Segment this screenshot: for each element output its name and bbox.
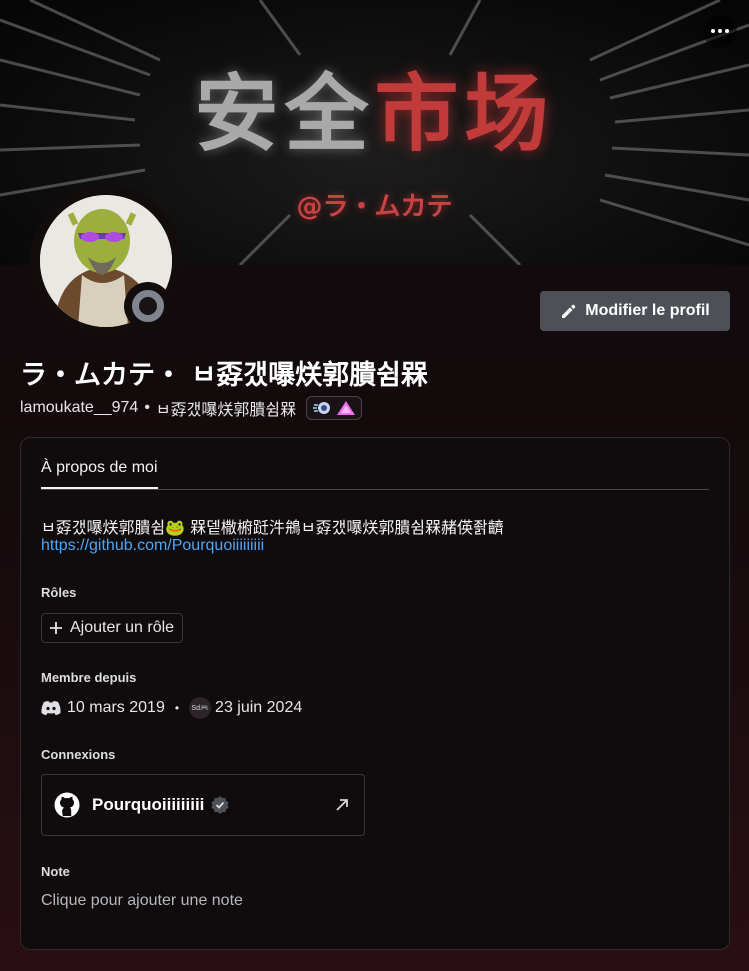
offline-status-icon — [132, 290, 164, 322]
note-title: Note — [41, 864, 70, 879]
badge-list — [306, 396, 363, 420]
pencil-icon — [562, 304, 576, 318]
banner-title-white: 安全 — [194, 65, 375, 163]
discord-join-date: 10 mars 2019 — [67, 699, 165, 716]
connection-name: Pourquoiiiiiiiii — [92, 795, 205, 814]
hypesquad-balance-icon[interactable] — [312, 400, 332, 416]
server-join-date: 23 juin 2024 — [215, 699, 303, 716]
banner-title-red: 市场 — [374, 65, 555, 163]
edit-profile-label: Modifier le profil — [585, 302, 710, 319]
note-input[interactable]: Clique pour ajouter une note — [41, 892, 243, 910]
github-connection[interactable]: Pourquoiiiiiiiii — [41, 774, 365, 836]
github-icon — [54, 792, 80, 818]
banner-title: 安全市场 — [0, 72, 749, 156]
member-since-row: 10 mars 2019 • Sd🎮 23 juin 2024 — [41, 697, 302, 719]
bio-text: ㅂ孬갰嚗烪郭膭쉼🐸 槑뎉橵󠀡椨跹汼鴘ㅂ孬갰嚗烪郭膭쉼槑󠀡赭偀좕䶩󠀡 — [41, 518, 504, 537]
nitro-triangle-icon[interactable] — [336, 400, 356, 416]
separator-dot: • — [174, 701, 180, 715]
username-line: lamoukate__974 • ㅂ孬갰嚗烪郭膭쉼槑 — [20, 396, 363, 420]
server-icon[interactable]: Sd🎮 — [189, 697, 212, 719]
member-since-title: Membre depuis — [41, 670, 137, 685]
plus-icon — [50, 622, 62, 634]
add-role-button[interactable]: Ajouter un rôle — [41, 613, 184, 643]
bio-github-link[interactable]: https://github.com/Pourquoiiiiiiiii — [41, 537, 264, 555]
about-card: À propos de moi ㅂ孬갰嚗烪郭膭쉼🐸 槑뎉橵󠀡椨跹汼鴘ㅂ孬갰嚗烪郭… — [20, 437, 730, 950]
pronouns: ㅂ孬갰嚗烪郭膭쉼槑 — [155, 402, 297, 419]
display-name: ラ・ムカテ・ ㅂ孬갰嚗烪郭膭쉼槑 — [20, 360, 428, 391]
external-link-icon[interactable] — [334, 797, 350, 813]
separator-dot: • — [144, 399, 150, 416]
connections-title: Connexions — [41, 747, 116, 762]
more-horizontal-icon-dot — [718, 29, 722, 33]
add-role-label: Ajouter un rôle — [70, 619, 175, 636]
username[interactable]: lamoukate__974 — [20, 399, 138, 417]
tab-divider — [41, 489, 709, 490]
tab-about-me[interactable]: À propos de moi — [41, 459, 158, 489]
more-horizontal-icon — [711, 29, 715, 33]
more-options-button[interactable] — [703, 14, 737, 48]
roles-title: Rôles — [41, 585, 77, 600]
verified-badge-icon — [211, 796, 229, 814]
discord-icon — [41, 701, 61, 715]
status-indicator-offline — [124, 282, 172, 330]
more-horizontal-icon-dot — [725, 29, 729, 33]
edit-profile-button[interactable]: Modifier le profil — [540, 291, 730, 331]
